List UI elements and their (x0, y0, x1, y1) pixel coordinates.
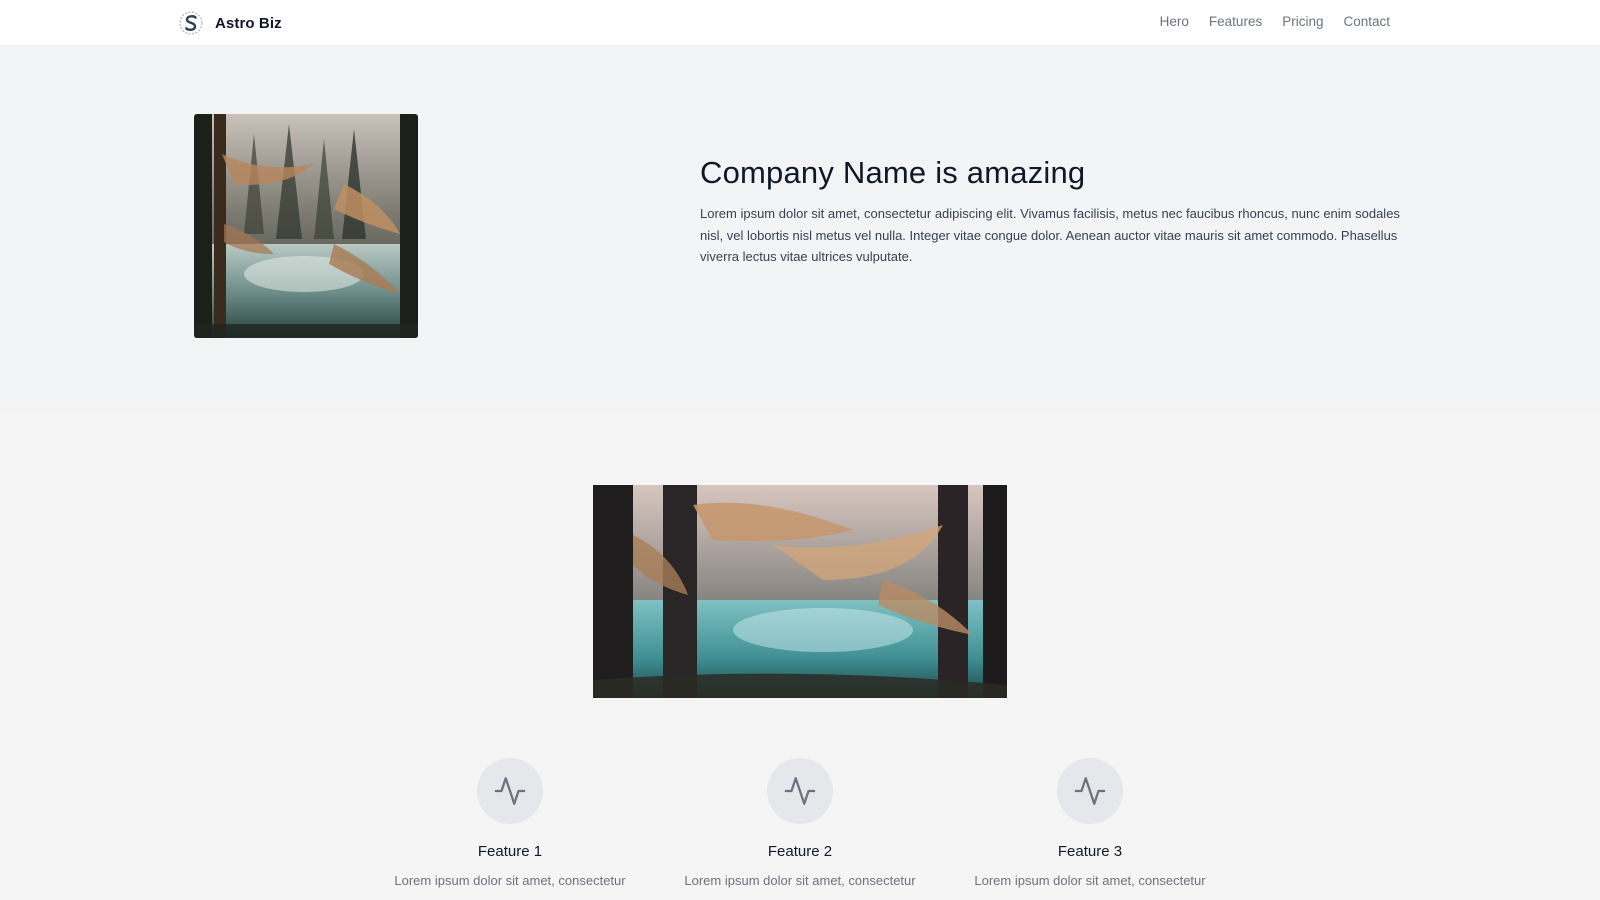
main-nav: Hero Features Pricing Contact (1160, 14, 1390, 29)
activity-icon (784, 777, 816, 805)
brand-name: Astro Biz (215, 14, 282, 32)
feature-description: Lorem ipsum dolor sit amet, consectetur (974, 873, 1206, 888)
feature-title: Feature 2 (767, 843, 833, 860)
nav-link-hero[interactable]: Hero (1160, 14, 1189, 29)
feature-description: Lorem ipsum dolor sit amet, consectetur (394, 873, 626, 888)
feature-title: Feature 3 (1057, 843, 1123, 860)
feature-card-3: Feature 3 Lorem ipsum dolor sit amet, co… (945, 758, 1235, 888)
feature-icon-circle (477, 758, 543, 824)
nav-link-pricing[interactable]: Pricing (1282, 14, 1323, 29)
activity-icon (494, 777, 526, 805)
hero-title: Company Name is amazing (700, 155, 1086, 190)
hero-forest-image (194, 114, 418, 338)
activity-icon (1074, 777, 1106, 805)
brand-logo-icon (179, 11, 203, 35)
hero-description: Lorem ipsum dolor sit amet, consectetur … (700, 206, 1400, 265)
nav-link-features[interactable]: Features (1209, 14, 1262, 29)
features-section: Feature 1 Lorem ipsum dolor sit amet, co… (0, 410, 1600, 900)
hero-text-block: Company Name is amazing Lorem ipsum dolo… (700, 154, 1410, 268)
feature-card-2: Feature 2 Lorem ipsum dolor sit amet, co… (655, 758, 945, 888)
hero-section: Company Name is amazing Lorem ipsum dolo… (0, 46, 1600, 410)
top-navbar: Astro Biz Hero Features Pricing Contact (0, 0, 1600, 46)
feature-icon-circle (767, 758, 833, 824)
nav-link-contact[interactable]: Contact (1343, 14, 1390, 29)
feature-description: Lorem ipsum dolor sit amet, consectetur (684, 873, 916, 888)
feature-card-1: Feature 1 Lorem ipsum dolor sit amet, co… (365, 758, 655, 888)
feature-icon-circle (1057, 758, 1123, 824)
brand-link[interactable]: Astro Biz (178, 9, 282, 37)
features-lake-image (593, 485, 1007, 698)
feature-title: Feature 1 (477, 843, 543, 860)
